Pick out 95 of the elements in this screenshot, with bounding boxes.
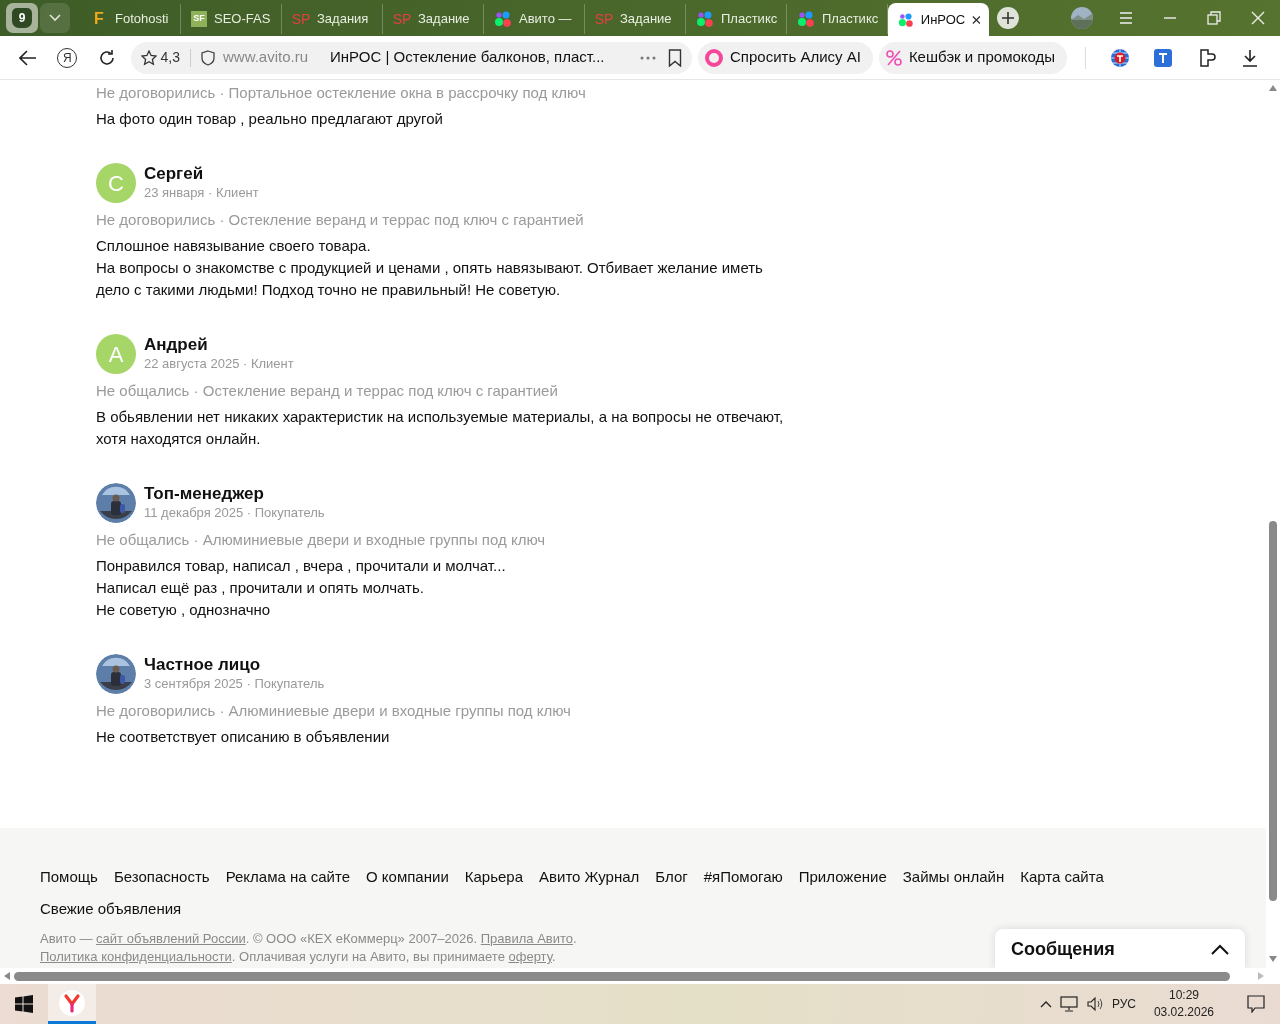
close-icon[interactable] — [972, 15, 981, 25]
review-text: Не соответствует описанию в объявлении — [96, 727, 391, 747]
percent-icon — [884, 48, 903, 67]
footer-link[interactable]: Займы онлайн — [902, 866, 1005, 888]
user-avatar: С — [96, 163, 136, 203]
review-text: Не советую , однозначно — [96, 600, 272, 620]
windows-icon — [15, 995, 33, 1013]
dots-favicon-icon — [696, 10, 714, 28]
footer-link[interactable]: Свежие объявления — [40, 898, 182, 920]
yandex-button[interactable]: Я — [47, 39, 88, 76]
back-arrow-icon — [18, 49, 37, 66]
browser-tab[interactable]: Пластикс — [686, 4, 787, 34]
dots-favicon-icon — [494, 10, 512, 28]
footer-link[interactable]: О компании — [366, 866, 449, 888]
review-meta: 23 января · Клиент — [144, 184, 259, 202]
browser-tab[interactable]: ИнРОС — [888, 3, 989, 37]
favicon: SP — [595, 10, 613, 28]
favicon: SF — [191, 11, 207, 27]
reviewer-name: Сергей — [144, 164, 205, 184]
browser-tab[interactable]: F Fotohosti — [80, 4, 181, 34]
volume-icon[interactable] — [1085, 996, 1104, 1012]
favicon: SP — [292, 10, 310, 28]
clock-date[interactable]: 03.02.2026 — [1153, 1004, 1214, 1021]
user-avatar: А — [96, 334, 136, 374]
review-meta: 11 декабря 2025 · Покупатель — [144, 504, 325, 522]
new-tab-button[interactable] — [997, 7, 1019, 29]
favicon: SP — [393, 10, 411, 28]
review-text: В обьявлении нет никаких характеристик на используемые материалы, а на вопросы не отвечают, хотя находятся онлайн. — [96, 407, 785, 449]
browser-tab[interactable]: Авито — — [484, 4, 585, 34]
footer-link[interactable]: Реклама на сайте — [225, 866, 351, 888]
footer-link[interactable]: Помощь — [40, 866, 98, 888]
review-meta: 22 августа 2025 · Клиент — [144, 355, 294, 373]
deal-status: Не договорились · Остекление веранд и террас под ключ с гарантией — [96, 210, 585, 230]
browser-tab[interactable]: SP Задание — [383, 4, 484, 34]
more-icon[interactable] — [640, 55, 656, 60]
speech-bubble-icon — [1247, 995, 1265, 1013]
deal-status: Не общались · Алюминиевые двери и входные группы под ключ — [96, 530, 547, 550]
browser-tab[interactable]: SP Задания — [282, 4, 383, 34]
deal-status: Не договорились · Алюминиевые двери и входные группы под ключ — [96, 701, 572, 721]
browser-tab[interactable]: SF SEO-FAS — [181, 4, 282, 34]
scrollbar-thumb[interactable] — [14, 971, 1230, 981]
footer-link[interactable]: Приложение — [798, 866, 887, 888]
language-indicator[interactable]: РУС — [1111, 995, 1136, 1013]
favicon: F — [93, 10, 105, 28]
footer-link[interactable]: Безопасность — [113, 866, 210, 888]
review-text: Написал ещё раз , прочитали и опять молчать. — [96, 578, 425, 598]
menu-icon — [1118, 10, 1134, 26]
footer-link[interactable]: Авито Журнал — [539, 866, 640, 888]
address-bar[interactable]: 4,3 www.avito.ru ИнРОС | Остекление балконов, пласт... — [130, 41, 692, 74]
messages-widget[interactable]: Сообщения — [995, 929, 1245, 968]
deal-status: Не общались · Остекление веранд и террас под ключ с гарантией — [96, 381, 559, 401]
minimize-icon — [1164, 17, 1176, 19]
deal-status: Не договорились · Портальное остекление окна в рассрочку под ключ — [96, 83, 587, 103]
scroll-down-arrow[interactable] — [1269, 956, 1277, 962]
cashback-button[interactable]: Кешбэк и промокоды — [878, 41, 1068, 74]
ring-icon — [704, 47, 724, 68]
reload-icon — [97, 48, 116, 67]
chevron-down-icon — [49, 14, 61, 22]
review-text: На фото один товар , реально предлагают другой — [96, 109, 444, 129]
review-text: На вопросы о знакомстве с продукцией и ценами , опять навязывают. Отбивает желание иметь дело с такими людьми! Подход точно не правильный! Не советую. — [96, 258, 764, 300]
reviewer-name: Частное лицо — [144, 655, 262, 675]
clock-time[interactable]: 10:29 — [1153, 987, 1214, 1004]
tab-counter-button[interactable]: 9 — [6, 3, 38, 33]
review-meta: 3 сентября 2025 · Покупатель — [144, 675, 325, 693]
tab-list-button[interactable] — [40, 3, 70, 33]
reviewer-name: Топ-менеджер — [144, 484, 265, 504]
bookmark-icon[interactable] — [668, 48, 682, 67]
scroll-up-arrow[interactable] — [1269, 85, 1277, 91]
reviewer-name: Андрей — [144, 335, 209, 355]
footer-link[interactable]: Карта сайта — [1020, 866, 1104, 888]
scroll-left-arrow[interactable] — [4, 972, 10, 980]
footer-link[interactable]: #яПомогаю — [703, 866, 783, 888]
shield-icon — [201, 49, 215, 66]
review-text: Понравился товар, написал , вчера , прочитали и молчат... — [96, 556, 507, 576]
chevron-up-icon — [1211, 943, 1229, 955]
restore-icon — [1206, 10, 1222, 26]
plus-icon — [1002, 12, 1014, 24]
review-text: Сплошное навязывание своего товара. — [96, 236, 372, 256]
globe-icon — [1109, 47, 1130, 68]
scrollbar-thumb[interactable] — [1269, 521, 1277, 901]
star-icon — [140, 49, 157, 66]
footer-link[interactable]: Карьера — [464, 866, 524, 888]
page-title: ИнРОС | Остекление балконов, пласт... — [330, 47, 605, 68]
close-icon — [1250, 10, 1266, 26]
dots-favicon-icon — [898, 11, 914, 29]
browser-taskbar-button[interactable] — [48, 984, 96, 1024]
domain-text: www.avito.ru — [223, 47, 309, 68]
chevron-up-icon[interactable] — [1039, 1000, 1052, 1008]
rating-text: 4,3 — [160, 48, 180, 67]
alice-button[interactable]: Спросить Алису AI — [698, 41, 873, 74]
dots-favicon-icon — [797, 10, 815, 28]
letter-tile-icon — [1153, 47, 1174, 68]
browser-tab[interactable]: SP Задание — [585, 4, 686, 34]
footer-link[interactable]: Блог — [655, 866, 688, 888]
y-browser-icon — [59, 989, 85, 1016]
